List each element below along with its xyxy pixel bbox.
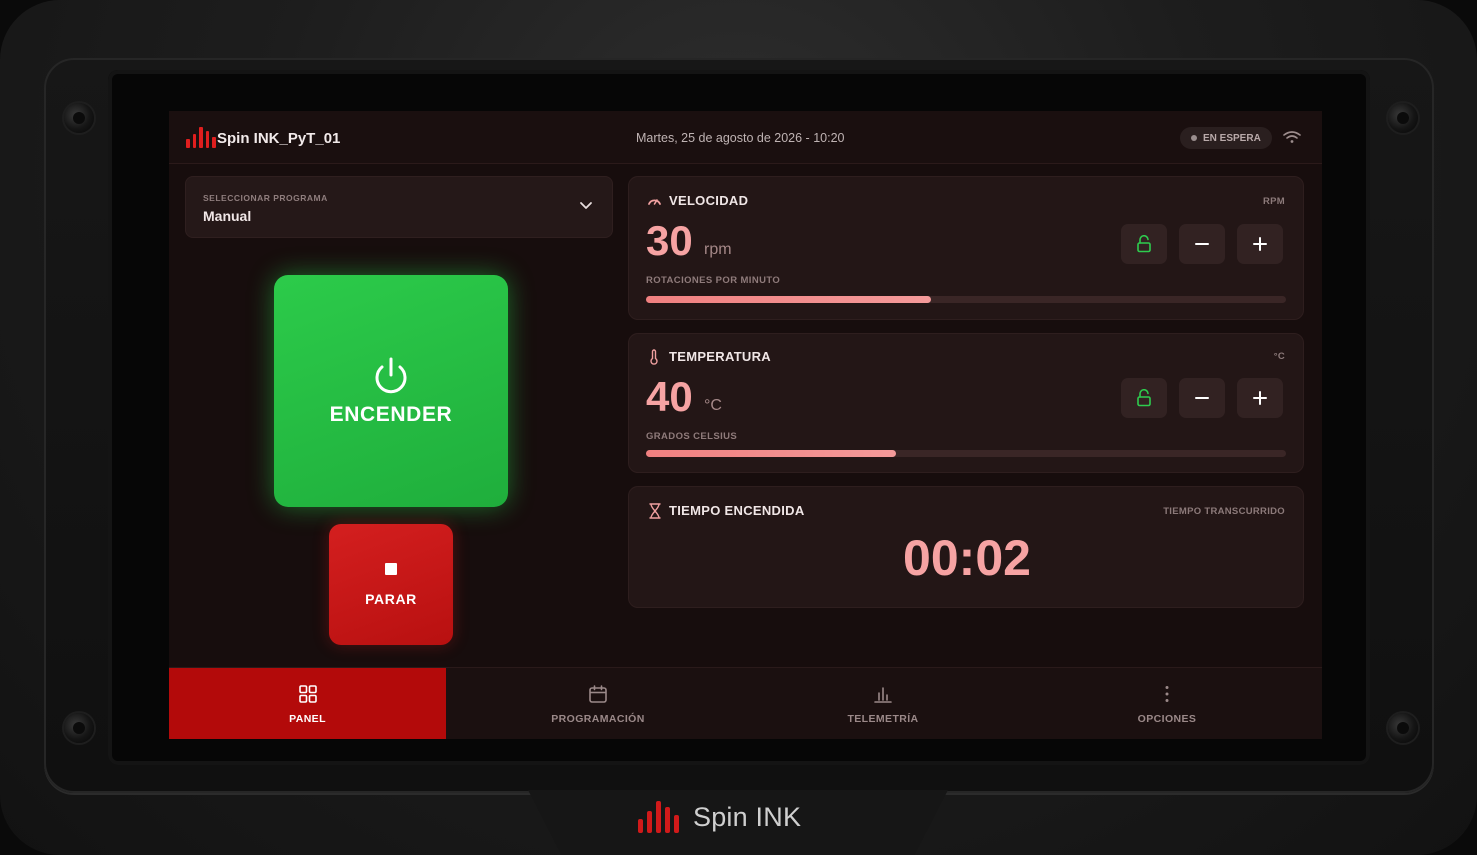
tab-telemetria[interactable]: TELEMETRÍA <box>799 668 967 739</box>
screw-icon <box>64 103 94 133</box>
chevron-down-icon <box>580 202 592 209</box>
program-select-label: SELECCIONAR PROGRAMA <box>203 193 328 203</box>
screw-icon <box>64 713 94 743</box>
program-select-value: Manual <box>203 208 252 224</box>
bottom-nav: PANEL PROGRAMACIÓN TELEMETRÍA OPCIONES <box>169 667 1322 739</box>
timer-caption: TIEMPO TRANSCURRIDO <box>1163 506 1285 517</box>
temperature-progress-track[interactable] <box>646 450 1286 457</box>
temperature-title: TEMPERATURA <box>669 349 771 364</box>
calendar-icon <box>589 684 607 703</box>
bars-logo-icon <box>638 801 679 833</box>
timer-card: TIEMPO ENCENDIDA TIEMPO TRANSCURRIDO 00:… <box>628 486 1304 608</box>
thermometer-icon <box>650 349 658 365</box>
hourglass-icon <box>649 503 661 519</box>
speed-lock-button[interactable] <box>1121 224 1167 264</box>
screw-icon <box>1388 103 1418 133</box>
temperature-card: TEMPERATURA °C 40 °C GRADOS CELSIUS <box>628 333 1304 473</box>
tab-programacion-label: PROGRAMACIÓN <box>551 712 645 725</box>
app-screen: Spin INK_PyT_01 Martes, 25 de agosto de … <box>169 111 1322 739</box>
power-on-label: ENCENDER <box>329 403 453 426</box>
more-vertical-icon <box>1165 685 1169 702</box>
status-dot-icon <box>1191 135 1197 141</box>
temperature-value: 40 <box>646 373 693 420</box>
speed-increase-button[interactable] <box>1237 224 1283 264</box>
tab-programacion[interactable]: PROGRAMACIÓN <box>499 668 697 739</box>
screw-icon <box>1388 713 1418 743</box>
tab-telemetria-label: TELEMETRÍA <box>847 712 919 725</box>
status-badge: EN ESPERA <box>1180 127 1272 149</box>
speed-decrease-button[interactable] <box>1179 224 1225 264</box>
temperature-decrease-button[interactable] <box>1179 378 1225 418</box>
stop-icon <box>385 562 397 575</box>
temperature-unit: °C <box>704 397 722 414</box>
temperature-progress-fill <box>646 450 896 457</box>
timer-title: TIEMPO ENCENDIDA <box>669 503 805 518</box>
tab-panel-label: PANEL <box>289 712 326 725</box>
speed-unit: rpm <box>704 241 732 258</box>
stop-label: PARAR <box>365 590 417 607</box>
speed-sublabel: ROTACIONES POR MINUTO <box>646 275 781 286</box>
brand-name: Spin INK <box>693 801 802 832</box>
tab-opciones[interactable]: OPCIONES <box>1087 668 1247 739</box>
tab-opciones-label: OPCIONES <box>1137 712 1197 725</box>
speed-progress-fill <box>646 296 931 303</box>
speed-title: VELOCIDAD <box>669 193 749 208</box>
datetime: Martes, 25 de agosto de 2026 - 10:20 <box>636 131 845 145</box>
bars-logo-icon <box>186 126 216 148</box>
plus-icon <box>1253 391 1267 405</box>
stop-button[interactable]: PARAR <box>329 524 453 645</box>
temperature-increase-button[interactable] <box>1237 378 1283 418</box>
gauge-icon <box>648 199 661 205</box>
temperature-sublabel: GRADOS CELSIUS <box>646 431 738 442</box>
status-text: EN ESPERA <box>1203 132 1261 144</box>
minus-icon <box>1195 397 1209 399</box>
power-on-button[interactable]: ENCENDER <box>274 275 508 507</box>
speed-progress-track[interactable] <box>646 296 1286 303</box>
bar-chart-icon <box>874 686 892 703</box>
plus-icon <box>1253 237 1267 251</box>
device-name: Spin INK_PyT_01 <box>217 130 341 147</box>
top-bar: Spin INK_PyT_01 Martes, 25 de agosto de … <box>169 111 1322 164</box>
device-brand: Spin INK <box>638 797 801 837</box>
unlock-icon <box>1137 235 1151 253</box>
speed-value: 30 <box>646 217 693 264</box>
power-icon <box>375 357 407 394</box>
grid-icon <box>298 684 317 703</box>
minus-icon <box>1195 243 1209 245</box>
unlock-icon <box>1137 389 1151 407</box>
temperature-unit-label: °C <box>1273 351 1285 362</box>
elapsed-time: 00:02 <box>903 530 1031 586</box>
wifi-icon[interactable] <box>1283 130 1301 144</box>
program-select[interactable]: SELECCIONAR PROGRAMA Manual <box>185 176 613 238</box>
tab-panel[interactable]: PANEL <box>169 668 446 739</box>
speed-card: VELOCIDAD RPM 30 rpm ROTACIONES POR MINU… <box>628 176 1304 320</box>
speed-unit-label: RPM <box>1262 196 1285 207</box>
temperature-lock-button[interactable] <box>1121 378 1167 418</box>
